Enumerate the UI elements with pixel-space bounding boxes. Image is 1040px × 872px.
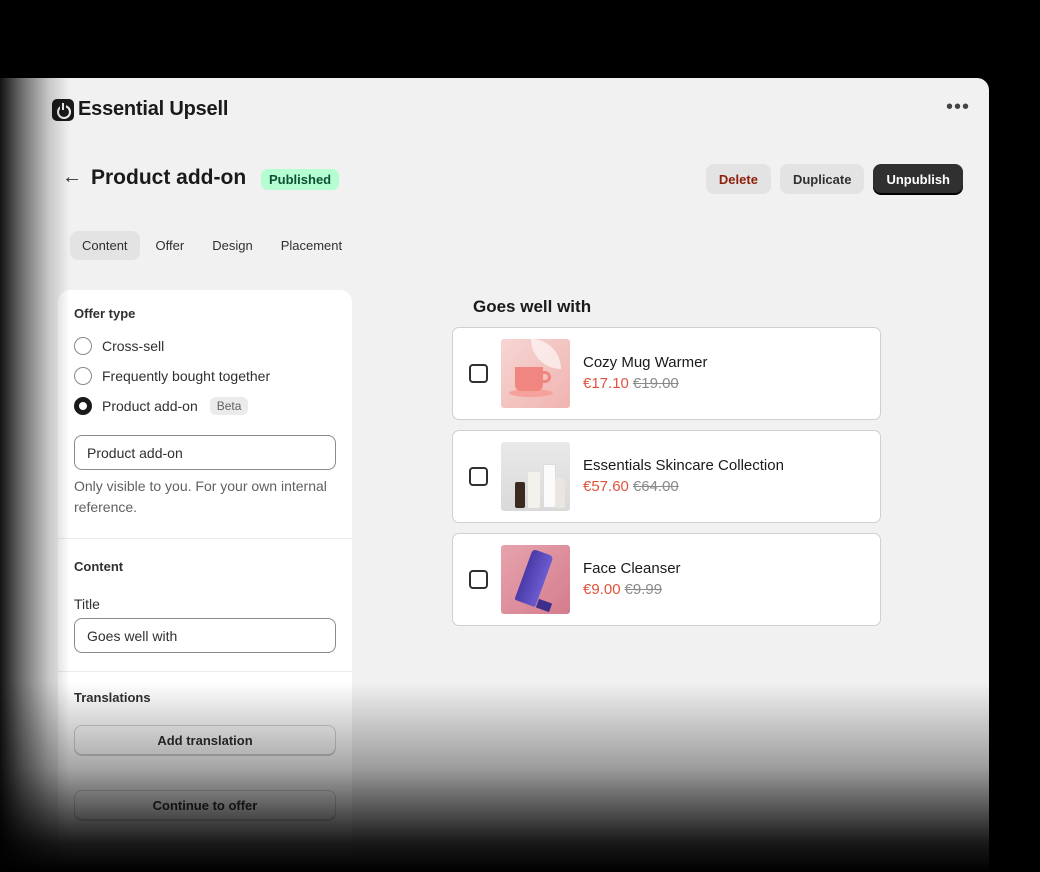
preview-title: Goes well with: [473, 297, 592, 316]
radio-checked-icon[interactable]: [74, 397, 92, 415]
product-card[interactable]: Essentials Skincare Collection €57.60 €64…: [452, 430, 881, 523]
offer-type-section: Offer type Cross-sell Frequently bought …: [58, 290, 352, 539]
product-info: Face Cleanser €9.00 €9.99: [583, 560, 681, 599]
back-arrow-icon[interactable]: ←: [62, 166, 82, 189]
continue-to-offer-button[interactable]: Continue to offer: [74, 790, 336, 820]
translations-title: Translations: [74, 690, 151, 705]
content-section: Content Title Goes well with: [58, 539, 352, 672]
face-cleanser-image: [501, 545, 570, 614]
product-checkbox[interactable]: [469, 364, 488, 383]
page-title: Product add-on: [91, 166, 247, 189]
product-checkbox[interactable]: [469, 570, 488, 589]
delete-button[interactable]: Delete: [705, 164, 771, 194]
tab-design[interactable]: Design: [200, 231, 264, 260]
product-price: €9.00: [583, 581, 621, 598]
product-card[interactable]: Face Cleanser €9.00 €9.99: [452, 533, 881, 626]
product-price: €17.10: [583, 375, 629, 392]
radio-icon[interactable]: [74, 367, 92, 385]
title-field-label: Title: [74, 596, 100, 612]
radio-label: Product add-on: [102, 398, 198, 414]
product-info: Essentials Skincare Collection €57.60 €64…: [583, 457, 784, 496]
more-actions-icon[interactable]: •••: [946, 97, 970, 117]
product-price: €57.60: [583, 478, 629, 495]
content-title: Content: [74, 559, 124, 574]
tab-offer[interactable]: Offer: [144, 231, 197, 260]
translations-section: Translations Add translation Continue to…: [58, 672, 352, 836]
offer-type-title: Offer type: [74, 306, 136, 321]
app-header: Essential Upsell: [52, 98, 228, 121]
product-card[interactable]: Cozy Mug Warmer €17.10 €19.00: [452, 327, 881, 420]
page-actions: Delete Duplicate Unpublish: [705, 164, 963, 194]
product-compare-price: €9.99: [624, 581, 663, 598]
product-checkbox[interactable]: [469, 467, 488, 486]
settings-panel: Offer type Cross-sell Frequently bought …: [58, 290, 352, 872]
offer-name-input[interactable]: Product add-on: [74, 435, 336, 470]
mug-warmer-image: [501, 339, 570, 408]
product-compare-price: €64.00: [632, 478, 679, 495]
tab-placement[interactable]: Placement: [269, 231, 354, 260]
app-title: Essential Upsell: [78, 98, 229, 120]
product-compare-price: €19.00: [632, 375, 679, 392]
offer-name-help: Only visible to you. For your own intern…: [74, 478, 327, 515]
radio-label: Frequently bought together: [102, 368, 271, 384]
title-input[interactable]: Goes well with: [74, 618, 336, 653]
add-translation-button[interactable]: Add translation: [74, 725, 336, 755]
beta-badge: Beta: [209, 397, 249, 415]
tab-content[interactable]: Content: [70, 231, 140, 260]
product-info: Cozy Mug Warmer €17.10 €19.00: [583, 354, 707, 393]
radio-label: Cross-sell: [102, 338, 165, 354]
product-name: Cozy Mug Warmer: [583, 354, 708, 371]
product-name: Face Cleanser: [583, 560, 681, 577]
app-logo-icon: [52, 98, 74, 121]
radio-icon[interactable]: [74, 337, 92, 355]
skincare-collection-image: [501, 442, 570, 511]
app-window: Essential Upsell ••• ← Product add-on Pu…: [0, 78, 989, 872]
status-badge: Published: [261, 169, 340, 190]
radio-cross-sell[interactable]: Cross-sell: [74, 331, 336, 361]
unpublish-button[interactable]: Unpublish: [873, 164, 963, 194]
tab-bar: Content Offer Design Placement: [70, 231, 354, 260]
radio-frequently-bought-together[interactable]: Frequently bought together: [74, 361, 336, 391]
radio-product-add-on[interactable]: Product add-on Beta: [74, 391, 336, 421]
product-name: Essentials Skincare Collection: [583, 457, 784, 474]
duplicate-button[interactable]: Duplicate: [779, 164, 865, 194]
